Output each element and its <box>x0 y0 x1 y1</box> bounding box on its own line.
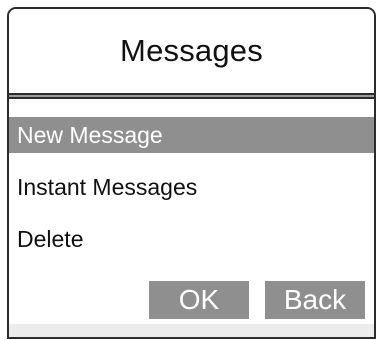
messages-screen: Messages New Message Instant Messages De… <box>7 7 376 339</box>
menu-item-delete[interactable]: Delete <box>9 221 374 257</box>
title-bar: Messages <box>9 9 374 95</box>
menu-item-new-message[interactable]: New Message <box>9 117 374 153</box>
ok-button[interactable]: OK <box>149 281 249 319</box>
softkey-bar: OK Back <box>9 281 374 319</box>
title-divider <box>9 93 374 99</box>
menu-item-instant-messages[interactable]: Instant Messages <box>9 169 374 205</box>
back-button[interactable]: Back <box>265 281 365 319</box>
phone-frame: Messages New Message Instant Messages De… <box>0 0 387 340</box>
page-title: Messages <box>120 33 263 68</box>
menu-list: New Message Instant Messages Delete <box>9 117 374 273</box>
bottom-strip <box>9 324 374 337</box>
